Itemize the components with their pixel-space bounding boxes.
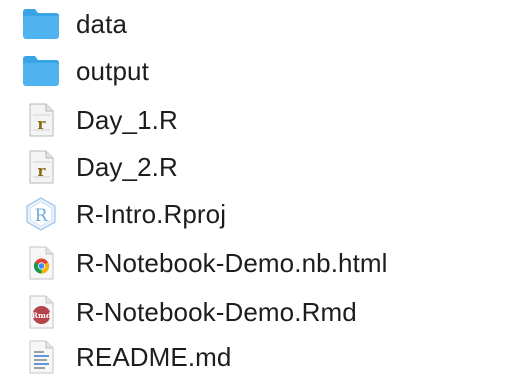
file-row-data[interactable]: data [0, 0, 512, 47]
file-name: Day_2.R [76, 151, 178, 182]
r-script-icon: r [20, 147, 62, 187]
folder-icon [20, 4, 62, 44]
file-name: R-Notebook-Demo.nb.html [76, 247, 388, 278]
chrome-html-icon [20, 243, 62, 283]
file-row-r-intro-rproj[interactable]: R R-Intro.Rproj [0, 190, 512, 237]
file-list: data output r Day_1.R r Day_2.R R R-Intr… [0, 0, 512, 378]
file-row-day-2-r[interactable]: r Day_2.R [0, 143, 512, 190]
file-row-day-1-r[interactable]: r Day_1.R [0, 96, 512, 143]
file-row-rmd[interactable]: Rmd R-Notebook-Demo.Rmd [0, 288, 512, 335]
file-name: R-Notebook-Demo.Rmd [76, 296, 357, 327]
r-letter: r [38, 115, 47, 133]
folder-icon [20, 51, 62, 91]
file-name: output [76, 55, 149, 86]
r-letter: r [38, 162, 47, 180]
file-row-readme[interactable]: README.md [0, 333, 512, 380]
file-name: R-Intro.Rproj [76, 198, 227, 229]
file-name: data [76, 8, 128, 39]
rmd-icon: Rmd [20, 292, 62, 332]
rproj-icon: R [20, 194, 62, 234]
file-row-output[interactable]: output [0, 47, 512, 94]
file-name: README.md [76, 341, 232, 372]
rproj-letter: R [35, 206, 49, 226]
r-script-icon: r [20, 100, 62, 140]
rmd-label: Rmd [32, 311, 52, 320]
file-name: Day_1.R [76, 104, 178, 135]
file-row-nb-html[interactable]: R-Notebook-Demo.nb.html [0, 239, 512, 286]
markdown-doc-icon [20, 337, 62, 377]
